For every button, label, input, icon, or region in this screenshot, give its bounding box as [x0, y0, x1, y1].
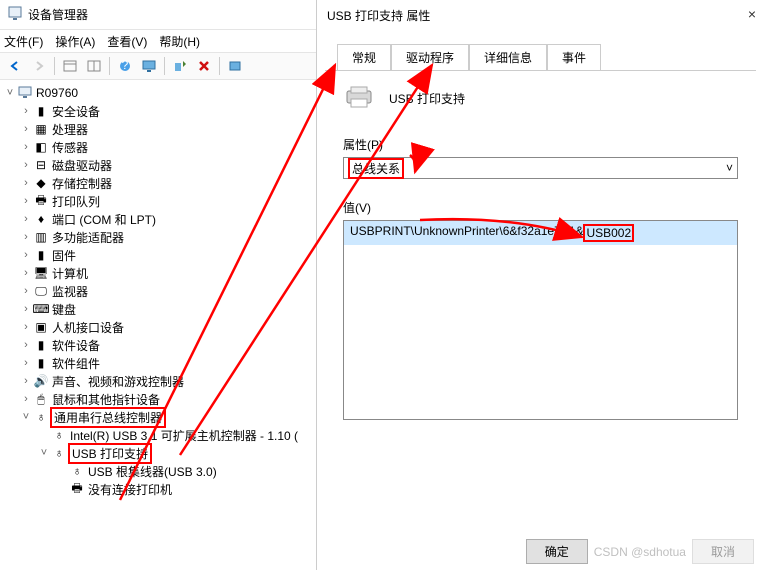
tab-body: USB 打印支持 属性(P) 总线关系 ˅ 值(V) USBPRINT\Unkn…: [325, 70, 756, 530]
tree-item-firmware[interactable]: ›▮固件: [0, 246, 316, 264]
tree-item-monitor[interactable]: ›🖵监视器: [0, 282, 316, 300]
tree-item-usbroot[interactable]: ♁USB 根集线器(USB 3.0): [0, 462, 316, 480]
device-manager-window: 设备管理器 文件(F) 操作(A) 查看(V) 帮助(H) ? ˅R09760 …: [0, 0, 317, 570]
tree-item-adapter[interactable]: ›▥多功能适配器: [0, 228, 316, 246]
value-row[interactable]: USBPRINT\UnknownPrinter\6&f32a1e7&1& USB…: [344, 221, 737, 245]
printer-icon: 🖶: [32, 191, 50, 212]
tree-item-ports[interactable]: ›♦端口 (COM 和 LPT): [0, 210, 316, 228]
cancel-button[interactable]: 取消: [692, 539, 754, 564]
tab-strip: 常规 驱动程序 详细信息 事件: [337, 44, 764, 70]
tree-item-storage[interactable]: ›◆存储控制器: [0, 174, 316, 192]
menu-view[interactable]: 查看(V): [107, 33, 147, 50]
watermark: CSDN @sdhotua: [594, 545, 686, 559]
tab-general[interactable]: 常规: [337, 44, 391, 71]
tree-item-hid[interactable]: ›▣人机接口设备: [0, 318, 316, 336]
tree-item-cpu[interactable]: ›▦处理器: [0, 120, 316, 138]
menu-file[interactable]: 文件(F): [4, 33, 43, 50]
usb-icon: ♁: [50, 428, 68, 442]
app-icon: [8, 6, 22, 23]
printer-icon: 🖶: [68, 479, 86, 500]
tree-item-usbprint[interactable]: ˅♁USB 打印支持: [0, 444, 316, 462]
separator: [219, 57, 220, 75]
tool-refresh-icon[interactable]: [224, 55, 246, 77]
property-label: 属性(P): [343, 136, 738, 153]
softcomp-icon: ▮: [32, 356, 50, 370]
separator: [54, 57, 55, 75]
tab-driver[interactable]: 驱动程序: [391, 44, 469, 71]
device-tree[interactable]: ˅R09760 ›▮安全设备 ›▦处理器 ›◧传感器 ›⊟磁盘驱动器 ›◆存储控…: [0, 80, 316, 570]
cpu-icon: ▦: [32, 122, 50, 136]
printer-icon: [343, 85, 375, 112]
tool-help-icon[interactable]: ?: [114, 55, 136, 77]
dialog-title: USB 打印支持 属性: [327, 7, 430, 24]
forward-button[interactable]: [28, 55, 50, 77]
tool-screen-icon[interactable]: [138, 55, 160, 77]
softdev-icon: ▮: [32, 338, 50, 352]
value-label: 值(V): [343, 199, 738, 216]
chevron-down-icon: ˅: [726, 161, 733, 175]
back-button[interactable]: [4, 55, 26, 77]
tool-list-icon[interactable]: [83, 55, 105, 77]
tree-item-disk[interactable]: ›⊟磁盘驱动器: [0, 156, 316, 174]
property-dropdown[interactable]: 总线关系 ˅: [343, 157, 738, 179]
port-icon: ♦: [32, 212, 50, 226]
tree-item-security[interactable]: ›▮安全设备: [0, 102, 316, 120]
usb-icon: ♁: [68, 464, 86, 478]
value-text-usb: USB002: [583, 224, 634, 242]
monitor-icon: 🖵: [32, 284, 50, 299]
dialog-buttons: 确定 CSDN @sdhotua 取消: [526, 539, 754, 564]
usb-icon: ♁: [50, 446, 68, 460]
tree-item-sound[interactable]: ›🔊声音、视频和游戏控制器: [0, 372, 316, 390]
tool-scan-icon[interactable]: [169, 55, 191, 77]
tree-item-softcomp[interactable]: ›▮软件组件: [0, 354, 316, 372]
tab-details[interactable]: 详细信息: [469, 44, 547, 71]
svg-text:?: ?: [122, 59, 129, 72]
toolbar: ?: [0, 52, 316, 80]
device-header: USB 打印支持: [343, 85, 738, 112]
mouse-icon: 🖱: [32, 392, 50, 407]
separator: [164, 57, 165, 75]
tree-item-sensor[interactable]: ›◧传感器: [0, 138, 316, 156]
storage-icon: ◆: [32, 176, 50, 190]
sound-icon: 🔊: [32, 374, 50, 388]
value-listbox[interactable]: USBPRINT\UnknownPrinter\6&f32a1e7&1& USB…: [343, 220, 738, 420]
menu-action[interactable]: 操作(A): [55, 33, 95, 50]
properties-dialog: USB 打印支持 属性 × 常规 驱动程序 详细信息 事件 USB 打印支持 属…: [317, 0, 764, 570]
tree-item-printqueue[interactable]: ›🖶打印队列: [0, 192, 316, 210]
sensor-icon: ◧: [32, 140, 50, 154]
tree-item-mouse[interactable]: ›🖱鼠标和其他指针设备: [0, 390, 316, 408]
ok-button[interactable]: 确定: [526, 539, 588, 564]
tree-item-noprinter[interactable]: 🖶没有连接打印机: [0, 480, 316, 498]
adapter-icon: ▥: [32, 230, 50, 244]
tree-item-usbctrl[interactable]: ˅♁通用串行总线控制器: [0, 408, 316, 426]
tree-root[interactable]: ˅R09760: [0, 84, 316, 102]
menu-help[interactable]: 帮助(H): [159, 33, 200, 50]
property-selected: 总线关系: [348, 158, 404, 179]
chip-icon: ▮: [32, 104, 50, 118]
dialog-title-bar: USB 打印支持 属性 ×: [317, 0, 764, 30]
tree-item-usbhost[interactable]: ♁Intel(R) USB 3.1 可扩展主机控制器 - 1.10 (: [0, 426, 316, 444]
tool-window-icon[interactable]: [59, 55, 81, 77]
disk-icon: ⊟: [32, 158, 50, 172]
computer-icon: [16, 86, 34, 101]
tree-item-softdev[interactable]: ›▮软件设备: [0, 336, 316, 354]
usb-icon: ♁: [32, 410, 50, 424]
tree-item-keyboard[interactable]: ›⌨键盘: [0, 300, 316, 318]
window-title: 设备管理器: [28, 6, 88, 23]
pc-icon: 🖥: [32, 266, 50, 280]
device-name: USB 打印支持: [389, 90, 465, 107]
tab-events[interactable]: 事件: [547, 44, 601, 71]
tree-item-computer[interactable]: ›🖥计算机: [0, 264, 316, 282]
title-bar: 设备管理器: [0, 0, 316, 30]
tool-delete-icon[interactable]: [193, 55, 215, 77]
separator: [109, 57, 110, 75]
firmware-icon: ▮: [32, 248, 50, 262]
keyboard-icon: ⌨: [32, 302, 50, 316]
close-icon[interactable]: ×: [748, 6, 756, 22]
value-text-a: USBPRINT\UnknownPrinter\6&f32a1e7&1&: [350, 224, 583, 242]
hid-icon: ▣: [32, 320, 50, 334]
menu-bar: 文件(F) 操作(A) 查看(V) 帮助(H): [0, 30, 316, 52]
